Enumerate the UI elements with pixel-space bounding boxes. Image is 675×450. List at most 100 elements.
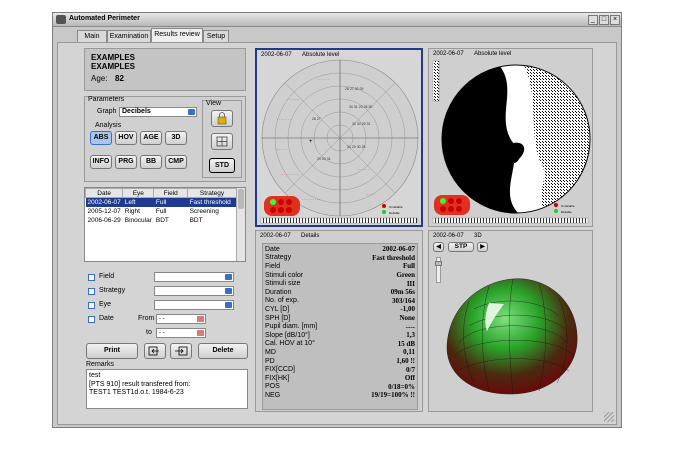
delete-button[interactable]: Delete — [198, 343, 248, 359]
plot-date: 2002-06-07 — [260, 233, 291, 239]
grid-view-button[interactable] — [211, 133, 233, 150]
details-row: Strategy Fast threshold — [263, 254, 417, 263]
tab-examination[interactable]: Examination — [107, 30, 151, 42]
age-value: 82 — [115, 74, 124, 83]
close-button[interactable]: × — [610, 15, 620, 25]
parameters-label: Parameters — [88, 96, 125, 103]
grid-icon — [216, 136, 228, 147]
remarks-textarea[interactable]: test [PTS 910] result transfered from: T… — [86, 369, 248, 409]
table-row[interactable]: 2005-12-07 Right Full Screening — [86, 207, 237, 216]
scrollbar-thumb[interactable] — [238, 189, 244, 209]
date-checkbox[interactable] — [88, 316, 95, 323]
svg-text:26 27: 26 27 — [312, 117, 321, 121]
details-value: 0,11 — [403, 348, 415, 357]
svg-text:30 31 29 28 30: 30 31 29 28 30 — [349, 105, 372, 109]
analysis-info-button[interactable]: INFO — [90, 155, 112, 169]
maximize-button[interactable]: □ — [599, 15, 609, 25]
svg-text:- - - - - - -: - - - - - - - — [277, 117, 292, 121]
analysis-hov-button[interactable]: HOV — [115, 131, 137, 145]
calendar-icon[interactable] — [197, 316, 204, 322]
lock-view-button[interactable] — [211, 110, 233, 127]
details-key: FIX[HK] — [265, 374, 290, 382]
tab-main[interactable]: Main — [77, 30, 107, 42]
strategy-filter-select[interactable] — [154, 286, 234, 296]
analysis-prg-button[interactable]: PRG — [115, 155, 137, 169]
details-value: 15 dB — [397, 339, 415, 348]
details-value: None — [399, 314, 415, 323]
legend-unreliable: Unreliable — [561, 204, 575, 208]
analysis-label: Analysis — [95, 122, 122, 129]
analysis-bb-button[interactable]: BB — [140, 155, 162, 169]
chevron-down-icon — [188, 109, 195, 115]
eye-checkbox[interactable] — [88, 302, 95, 309]
exam-table: Date Eye Field Strategy 2002-06-07 Left … — [84, 187, 246, 262]
calendar-icon[interactable] — [197, 330, 204, 336]
3d-plot-panel: 2002-06-07 3D ◀ STP ▶ — [428, 230, 593, 412]
tab-setup[interactable]: Setup — [203, 30, 229, 42]
details-value: -1,00 — [400, 305, 415, 314]
app-window: Automated Perimeter _ □ × Main Examinati… — [52, 12, 622, 428]
table-row[interactable]: 2002-06-07 Left Full Fast threshold — [85, 197, 237, 207]
date-filter-label: Date — [99, 315, 114, 322]
details-key: Duration — [265, 288, 292, 296]
details-value: 1,60 !! — [396, 357, 415, 366]
column-header-field[interactable]: Field — [153, 188, 189, 198]
details-value: III — [406, 279, 415, 288]
from-date-input[interactable]: - - — [156, 314, 206, 324]
details-key: POS — [265, 383, 280, 391]
analysis-3d-button[interactable]: 3D — [165, 131, 187, 145]
details-row: Stimuli size III — [263, 279, 417, 288]
resize-grip-icon[interactable] — [604, 412, 614, 422]
strategy-checkbox[interactable] — [88, 288, 95, 295]
analysis-cmp-button[interactable]: CMP — [165, 155, 187, 169]
graph-select[interactable]: Decibels — [119, 107, 197, 117]
patient-box: EXAMPLES EXAMPLES Age: 82 — [84, 48, 246, 91]
details-key: Pupil diam. [mm] — [265, 323, 318, 331]
remarks-label: Remarks — [86, 361, 115, 368]
details-key: Date — [265, 245, 280, 253]
svg-text:32 30 29 31: 32 30 29 31 — [352, 122, 371, 126]
cell-strategy: BDT — [189, 216, 203, 224]
field-checkbox[interactable] — [88, 274, 95, 281]
import-icon — [175, 346, 188, 356]
eye-filter-label: Eye — [99, 301, 112, 308]
details-key: MD — [265, 348, 276, 356]
cell-field: BDT — [155, 216, 169, 224]
lock-icon — [217, 112, 227, 125]
export-left-button[interactable] — [144, 343, 166, 359]
details-row: PD 1,60 !! — [263, 357, 417, 366]
import-right-button[interactable] — [170, 343, 192, 359]
details-key: FIX[CCD] — [265, 366, 295, 374]
absolute-level-plot-left[interactable]: 2002-06-07 Absolute level - - - - - -- -… — [255, 48, 423, 227]
details-value: 2002-06-07 — [382, 245, 415, 254]
print-button[interactable]: Print — [86, 343, 138, 359]
from-label: From — [138, 315, 155, 322]
eye-filter-select[interactable] — [154, 300, 234, 310]
column-header-eye[interactable]: Eye — [122, 188, 155, 198]
patient-name-line1: EXAMPLES — [91, 53, 136, 62]
details-row: Date 2002-06-07 — [263, 245, 417, 254]
svg-text:- - - - - -: - - - - - - — [317, 77, 330, 81]
details-value: Green — [396, 271, 415, 280]
to-date-input[interactable]: - - — [156, 328, 206, 338]
analysis-age-button[interactable]: AGE — [140, 131, 162, 145]
details-value: Full — [402, 262, 415, 271]
cell-eye: Binocular — [124, 216, 152, 224]
minimize-button[interactable]: _ — [588, 15, 598, 25]
std-button[interactable]: STD — [209, 158, 235, 173]
details-row: FIX[CCD] 0/7 — [263, 365, 417, 374]
field-filter-select[interactable] — [154, 272, 234, 282]
column-header-strategy[interactable]: Strategy — [187, 188, 237, 198]
analysis-abs-button[interactable]: ABS — [90, 131, 112, 145]
details-row: No. of exp. 303/164 — [263, 297, 417, 306]
svg-text:29 30 31: 29 30 31 — [317, 157, 331, 161]
table-scrollbar[interactable] — [236, 188, 245, 261]
details-table-box: Date 2002-06-07 Strategy Fast threshold Fiel… — [262, 243, 418, 410]
column-header-date[interactable]: Date — [84, 188, 124, 198]
cell-field: Full — [153, 197, 188, 207]
table-row[interactable]: 2006-06-29 Binocular BDT BDT — [86, 216, 237, 225]
absolute-level-plot-right[interactable]: 2002-06-07 Absolute level Unreliable Rel… — [428, 48, 593, 227]
svg-text:- - - - - - - -: - - - - - - - - — [282, 172, 299, 176]
tab-results-review[interactable]: Results review — [151, 28, 203, 42]
svg-text:- - - - - -: - - - - - - — [287, 97, 300, 101]
